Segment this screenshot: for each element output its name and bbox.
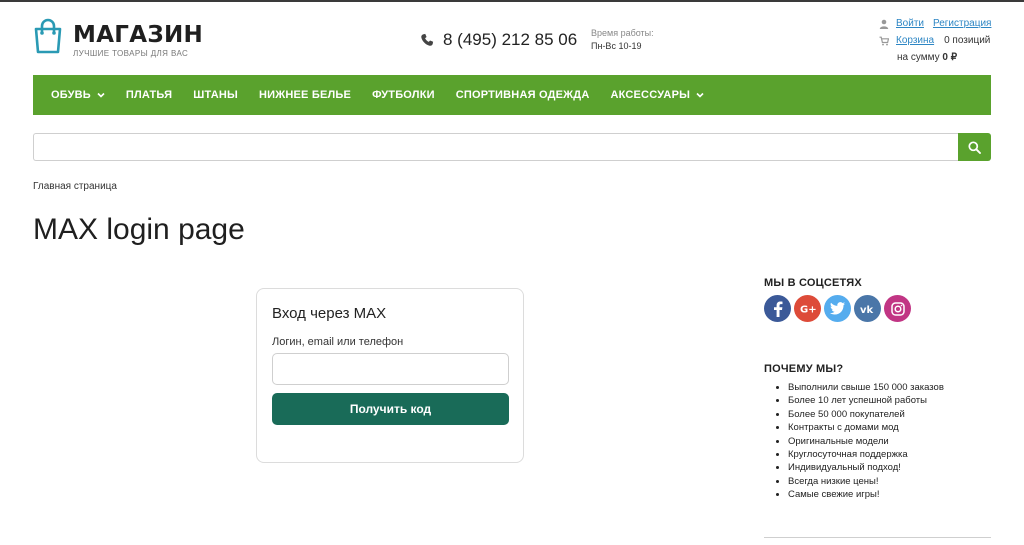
logo-title: МАГАЗИН [73, 22, 204, 48]
chevron-down-icon [696, 92, 704, 98]
nav-item-label: ШТАНЫ [193, 89, 238, 101]
list-item: Контракты с домами мод [788, 421, 944, 434]
phone-icon [421, 33, 434, 46]
login-field[interactable] [272, 353, 509, 385]
nav-item-label: ФУТБОЛКИ [372, 89, 435, 101]
search-input[interactable] [33, 133, 959, 161]
register-link[interactable]: Регистрация [933, 18, 991, 29]
instagram-icon[interactable] [884, 295, 911, 322]
user-icon [879, 19, 889, 29]
list-item: Всегда низкие цены! [788, 475, 944, 488]
login-card-title: Вход через MAX [272, 305, 387, 322]
nav-item-shoes[interactable]: ОБУВЬ [51, 89, 105, 101]
phone-block: 8 (495) 212 85 06 [420, 30, 577, 50]
cart-sum: на сумму 0 ₽ [897, 52, 957, 63]
list-item: Более 10 лет успешной работы [788, 394, 944, 407]
nav-item-label: НИЖНЕЕ БЕЛЬЕ [258, 89, 352, 101]
site-logo[interactable]: МАГАЗИН ЛУЧШИЕ ТОВАРЫ ДЛЯ ВАС [33, 18, 203, 58]
main-nav: ОБУВЬ ПЛАТЬЯ ШТАНЫ НИЖНЕЕ БЕЛЬЕ ФУТБОЛКИ… [33, 75, 991, 115]
working-hours: Время работы: Пн-Вс 10-19 [591, 27, 654, 53]
nav-item-accessories[interactable]: АКСЕССУАРЫ [610, 89, 704, 101]
twitter-icon[interactable] [824, 295, 851, 322]
chevron-down-icon [97, 92, 105, 98]
cart-link[interactable]: Корзина [896, 35, 934, 46]
nav-item-label: ОБУВЬ [51, 89, 91, 101]
vk-icon[interactable]: vk [854, 295, 881, 322]
list-item: Индивидуальный подход! [788, 461, 944, 474]
top-border [0, 0, 1024, 2]
social-title: МЫ В СОЦСЕТЯХ [764, 277, 862, 289]
cart-count: 0 позиций [944, 35, 991, 46]
list-item: Выполнили свыше 150 000 заказов [788, 381, 944, 394]
why-us-title: ПОЧЕМУ МЫ? [764, 363, 844, 375]
google-plus-icon[interactable]: G+ [794, 295, 821, 322]
search-button[interactable] [958, 133, 991, 161]
shopping-bag-icon [34, 18, 62, 54]
svg-text:vk: vk [860, 305, 874, 314]
nav-item-underwear[interactable]: НИЖНЕЕ БЕЛЬЕ [259, 89, 351, 101]
login-link[interactable]: Войти [896, 18, 924, 29]
social-icons: G+ vk [764, 295, 914, 322]
cart-sum-prefix: на сумму [897, 52, 940, 63]
nav-item-label: СПОРТИВНАЯ ОДЕЖДА [455, 89, 590, 101]
list-item: Круглосуточная поддержка [788, 448, 944, 461]
user-cart-block: Войти Регистрация Корзина 0 позиций на с… [879, 16, 991, 67]
hours-label: Время работы: [591, 28, 654, 38]
nav-item-label: АКСЕССУАРЫ [610, 89, 691, 101]
get-code-button[interactable]: Получить код [272, 393, 509, 425]
nav-item-sportswear[interactable]: СПОРТИВНАЯ ОДЕЖДА [456, 89, 590, 101]
list-item: Оригинальные модели [788, 435, 944, 448]
search-icon [968, 140, 981, 154]
list-item: Самые свежие игры! [788, 488, 944, 501]
login-card: Вход через MAX Логин, email или телефон … [256, 288, 524, 463]
cart-sum-value: 0 ₽ [942, 52, 958, 63]
facebook-icon[interactable] [764, 295, 791, 322]
why-us-list: Выполнили свыше 150 000 заказов Более 10… [788, 381, 944, 502]
nav-item-pants[interactable]: ШТАНЫ [193, 89, 238, 101]
cart-icon [879, 36, 889, 45]
sidebar-divider [764, 537, 991, 538]
logo-subtitle: ЛУЧШИЕ ТОВАРЫ ДЛЯ ВАС [73, 49, 189, 58]
list-item: Более 50 000 покупателей [788, 408, 944, 421]
phone-number[interactable]: 8 (495) 212 85 06 [443, 30, 577, 50]
svg-text:G+: G+ [800, 305, 816, 315]
nav-item-tshirts[interactable]: ФУТБОЛКИ [372, 89, 435, 101]
hours-value: Пн-Вс 10-19 [591, 41, 642, 51]
nav-item-label: ПЛАТЬЯ [125, 89, 173, 101]
page-title: MAX login page [33, 213, 245, 246]
nav-item-dresses[interactable]: ПЛАТЬЯ [126, 89, 172, 101]
login-field-label: Логин, email или телефон [272, 336, 404, 348]
breadcrumb-home[interactable]: Главная страница [33, 181, 117, 192]
